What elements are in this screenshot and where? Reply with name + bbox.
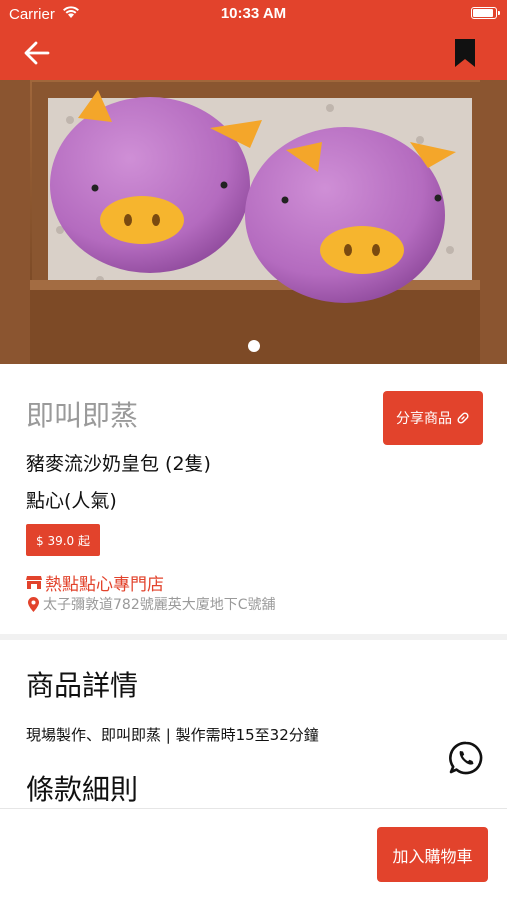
location-pin-icon [28,596,39,612]
shop-title: 即叫即蒸 [26,399,139,432]
store-name: 熱點點心專門店 [45,575,164,595]
price-badge: $ 39.0 起 [26,524,100,556]
status-bar: Carrier 10:33 AM [0,0,507,28]
carousel-dot-active[interactable] [248,340,260,352]
bottom-action-bar: 加入購物車 [0,808,507,901]
store-icon [26,576,42,589]
share-label: 分享商品 [396,411,452,427]
battery-level [473,9,493,17]
product-category: 點心(人氣) [26,490,117,512]
address-text: 太子彌敦道782號麗英大廈地下C號舖 [43,597,276,613]
battery-icon [471,7,500,19]
status-time: 10:33 AM [220,5,287,22]
details-heading: 商品詳情 [26,669,139,702]
product-image[interactable] [0,80,507,364]
product-info: 即叫即蒸 分享商品 豬麥流沙奶皇包 (2隻) 點心(人氣) $ 39.0 起 熱… [0,364,507,634]
arrow-left-icon[interactable] [22,38,52,68]
share-button[interactable]: 分享商品 [383,391,483,445]
section-divider [0,634,507,640]
product-name: 豬麥流沙奶皇包 (2隻) [26,453,211,475]
details-text: 現場製作、即叫即蒸 | 製作需時15至32分鐘 [26,726,319,744]
whatsapp-icon[interactable] [448,740,484,776]
bookmark-icon[interactable] [453,38,477,68]
add-to-cart-button[interactable]: 加入購物車 [377,827,488,882]
store-address: 太子彌敦道782號麗英大廈地下C號舖 [28,594,276,614]
header-bar: Carrier 10:33 AM [0,0,507,80]
store-link[interactable]: 熱點點心專門店 [26,570,164,595]
terms-heading: 條款細則 [26,773,139,806]
link-icon [457,412,469,424]
